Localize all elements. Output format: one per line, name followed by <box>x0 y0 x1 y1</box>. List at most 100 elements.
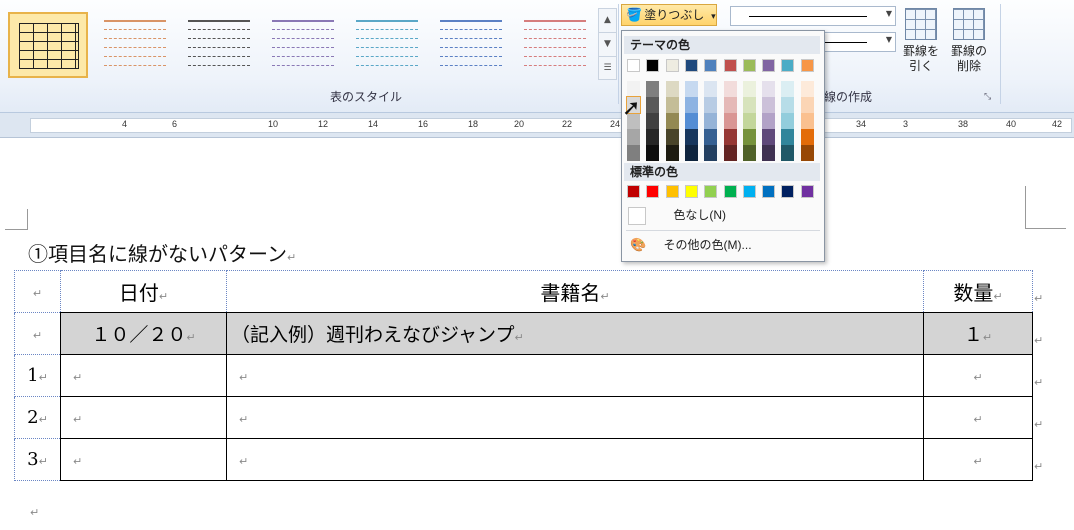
table-style-grid[interactable] <box>8 12 88 78</box>
theme-color-swatch[interactable] <box>684 59 698 72</box>
theme-color-swatch[interactable] <box>627 59 640 72</box>
shade-color-swatch[interactable] <box>742 97 756 113</box>
table-style-option[interactable] <box>430 12 510 78</box>
shade-color-swatch[interactable] <box>684 81 698 97</box>
example-qty-cell[interactable]: １↵ <box>923 312 1033 355</box>
draw-border-button[interactable]: 罫線を 引く <box>900 8 942 88</box>
shade-color-swatch[interactable] <box>723 145 737 161</box>
theme-color-swatch[interactable] <box>723 59 737 72</box>
theme-color-swatch[interactable] <box>762 59 776 72</box>
shade-color-swatch[interactable] <box>800 145 814 161</box>
table-cell[interactable]: ↵ <box>60 438 227 481</box>
standard-color-swatch[interactable] <box>742 185 756 198</box>
table-cell[interactable]: ↵ <box>60 396 227 439</box>
shade-color-swatch[interactable] <box>762 97 776 113</box>
shade-color-swatch[interactable] <box>781 81 795 97</box>
theme-color-swatch[interactable] <box>742 59 756 72</box>
shade-color-swatch[interactable] <box>723 129 737 145</box>
shade-color-swatch[interactable] <box>646 145 660 161</box>
standard-color-swatch[interactable] <box>665 185 679 198</box>
shade-color-swatch[interactable] <box>762 129 776 145</box>
more-colors-option[interactable]: 🎨 その他の色(M)... <box>626 233 820 257</box>
shade-color-swatch[interactable] <box>800 113 814 129</box>
shade-color-swatch[interactable] <box>762 145 776 161</box>
table-cell[interactable]: ↵ <box>226 354 924 397</box>
header-book-title[interactable]: 書籍名↵ <box>226 270 924 313</box>
standard-color-swatch[interactable] <box>781 185 795 198</box>
gallery-up-button[interactable]: ▲ <box>599 9 616 33</box>
table-cell[interactable]: ↵ <box>226 396 924 439</box>
table-style-option[interactable] <box>262 12 342 78</box>
theme-color-swatch[interactable] <box>800 59 814 72</box>
table-cell[interactable]: ↵ <box>14 270 61 313</box>
gallery-more-button[interactable]: ☰ <box>599 57 616 80</box>
shade-color-swatch[interactable] <box>800 129 814 145</box>
theme-color-swatch[interactable] <box>704 59 718 72</box>
table-style-option[interactable] <box>94 12 174 78</box>
shade-color-swatch[interactable] <box>781 129 795 145</box>
table-cell[interactable]: ↵ <box>60 354 227 397</box>
shade-color-swatch[interactable] <box>684 129 698 145</box>
shade-color-swatch[interactable] <box>646 97 660 113</box>
standard-color-swatch[interactable] <box>704 185 718 198</box>
standard-color-swatch[interactable] <box>627 185 640 198</box>
shade-color-swatch[interactable] <box>781 145 795 161</box>
horizontal-ruler[interactable]: 4 6 10 12 14 16 18 20 22 24 34 3 38 40 42 <box>0 113 1074 138</box>
shade-color-swatch[interactable] <box>781 97 795 113</box>
shading-button[interactable]: 🪣 塗りつぶし ▾ <box>621 4 717 26</box>
book-table[interactable]: ↵ 日付↵ 書籍名↵ 数量↵ ↵ １０／２０↵ （記入例）週刊わえなびジャンプ↵… <box>14 270 1033 481</box>
shade-color-swatch[interactable] <box>723 113 737 129</box>
row-number-cell[interactable]: 1↵ <box>14 354 61 397</box>
shade-color-swatch[interactable] <box>704 81 718 97</box>
example-title-cell[interactable]: （記入例）週刊わえなびジャンプ↵ <box>226 312 924 355</box>
shade-color-swatch[interactable] <box>742 113 756 129</box>
shade-color-swatch[interactable] <box>684 145 698 161</box>
shade-color-swatch[interactable] <box>646 113 660 129</box>
shade-color-swatch[interactable] <box>704 129 718 145</box>
shade-color-swatch[interactable] <box>684 97 698 113</box>
shade-color-swatch[interactable] <box>800 81 814 97</box>
shade-color-swatch[interactable] <box>742 129 756 145</box>
shade-color-swatch[interactable] <box>665 145 679 161</box>
standard-color-swatch[interactable] <box>800 185 814 198</box>
theme-color-swatch[interactable] <box>665 59 679 72</box>
table-cell[interactable]: ↵ <box>923 396 1033 439</box>
table-cell[interactable]: ↵ <box>14 312 61 355</box>
theme-color-swatch[interactable] <box>781 59 795 72</box>
shade-color-swatch[interactable] <box>762 113 776 129</box>
table-cell[interactable]: ↵ <box>923 354 1033 397</box>
shade-color-swatch[interactable] <box>665 113 679 129</box>
shade-color-swatch[interactable] <box>646 129 660 145</box>
shade-color-swatch[interactable] <box>627 129 640 145</box>
shade-color-swatch[interactable] <box>684 113 698 129</box>
shade-color-swatch[interactable] <box>704 97 718 113</box>
table-style-option[interactable] <box>346 12 426 78</box>
shade-color-swatch[interactable] <box>704 113 718 129</box>
shade-color-swatch[interactable] <box>646 81 660 97</box>
standard-color-swatch[interactable] <box>646 185 660 198</box>
table-style-option[interactable] <box>514 12 594 78</box>
shade-color-swatch[interactable] <box>723 81 737 97</box>
theme-color-swatch[interactable] <box>646 59 660 72</box>
shade-color-swatch[interactable] <box>704 145 718 161</box>
standard-color-swatch[interactable] <box>684 185 698 198</box>
row-number-cell[interactable]: 3↵ <box>14 438 61 481</box>
standard-color-swatch[interactable] <box>723 185 737 198</box>
no-color-option[interactable]: 色なし(N) <box>626 203 820 227</box>
example-date-cell[interactable]: １０／２０↵ <box>60 312 227 355</box>
shade-color-swatch[interactable] <box>665 97 679 113</box>
header-quantity[interactable]: 数量↵ <box>923 270 1033 313</box>
table-style-option[interactable] <box>178 12 258 78</box>
line-style-select[interactable]: ▼ <box>730 6 896 26</box>
gallery-down-button[interactable]: ▼ <box>599 33 616 57</box>
table-cell[interactable]: ↵ <box>226 438 924 481</box>
standard-color-swatch[interactable] <box>762 185 776 198</box>
shade-color-swatch[interactable] <box>800 97 814 113</box>
shade-color-swatch[interactable] <box>742 81 756 97</box>
shade-color-swatch[interactable] <box>781 113 795 129</box>
row-number-cell[interactable]: 2↵ <box>14 396 61 439</box>
header-date[interactable]: 日付↵ <box>60 270 227 313</box>
table-cell[interactable]: ↵ <box>923 438 1033 481</box>
shade-color-swatch[interactable] <box>627 81 640 97</box>
erase-border-button[interactable]: 罫線の 削除 <box>948 8 990 88</box>
